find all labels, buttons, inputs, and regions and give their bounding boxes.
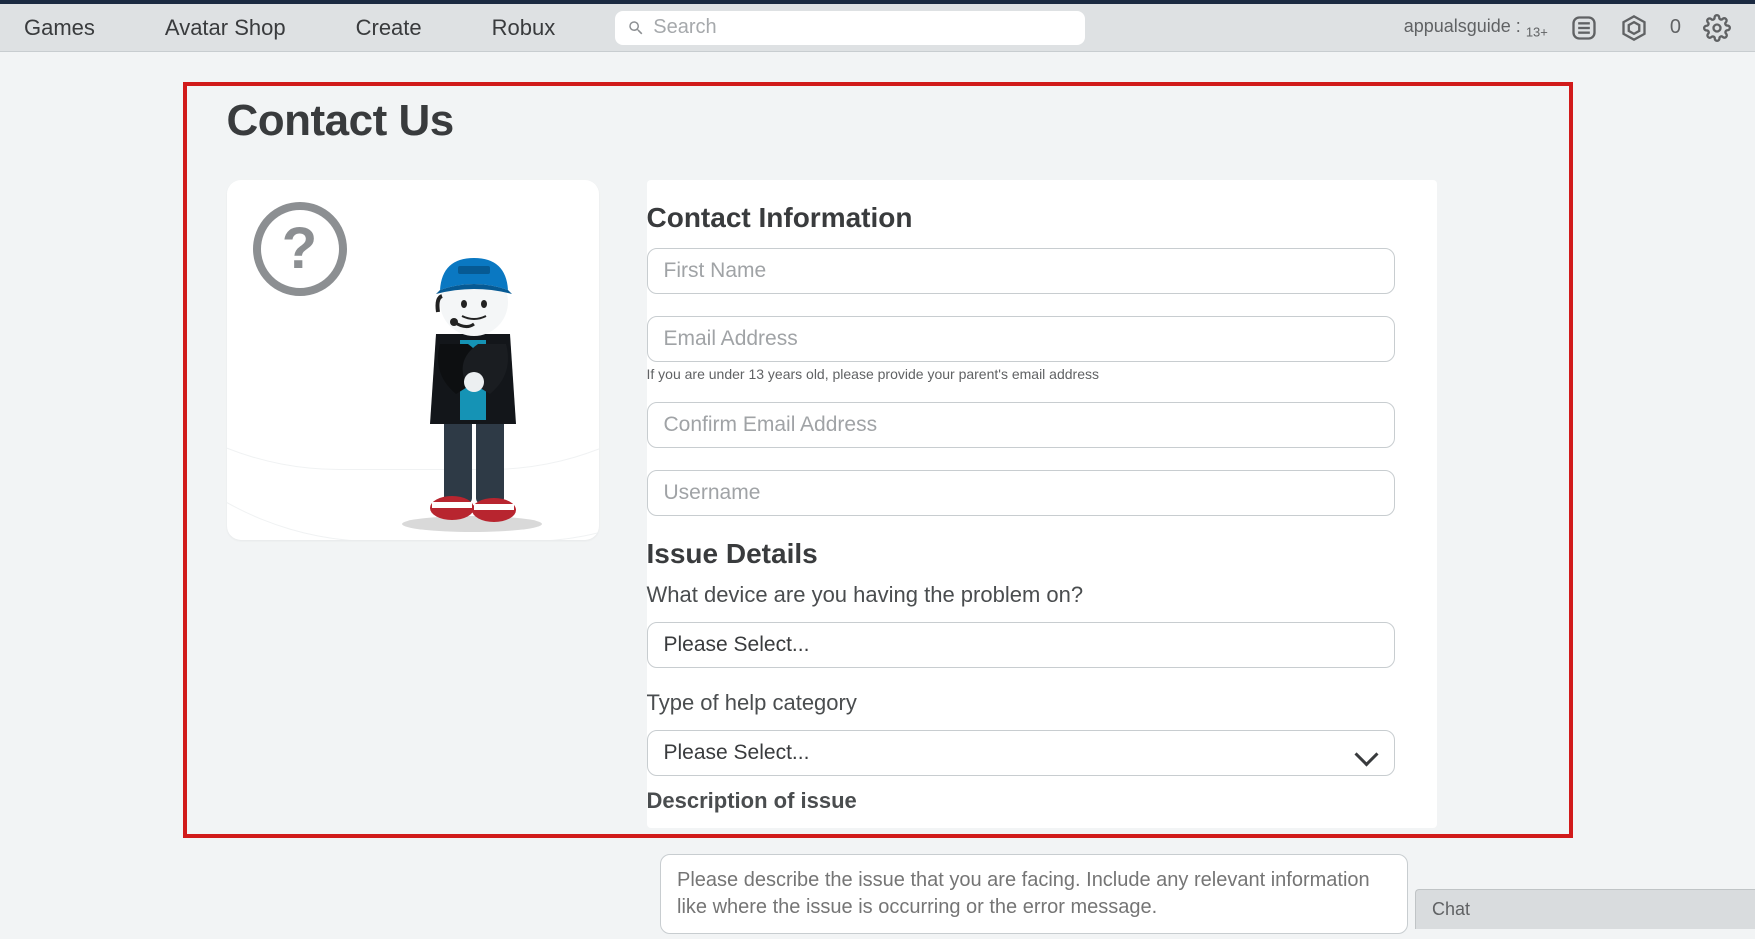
form-panel: Contact Information If you are under 13 … [647, 180, 1437, 828]
contact-info-heading: Contact Information [647, 202, 1437, 248]
page-title: Contact Us [227, 96, 1529, 146]
columns: ? [227, 180, 1529, 828]
question-mark-icon: ? [253, 202, 347, 296]
chat-tab[interactable]: Chat [1415, 889, 1755, 929]
description-textarea[interactable] [660, 854, 1408, 934]
nav-links: Games Avatar Shop Create Robux [24, 15, 555, 41]
age-badge: 13+ [1526, 24, 1548, 39]
nav-avatar-shop[interactable]: Avatar Shop [165, 15, 286, 41]
category-label: Type of help category [647, 690, 1437, 716]
description-area-wrap [660, 854, 1408, 939]
nav-games[interactable]: Games [24, 15, 95, 41]
chat-label: Chat [1432, 899, 1470, 920]
email-helper-text: If you are under 13 years old, please pr… [647, 366, 1437, 382]
username-label[interactable]: appualsguide : 13+ [1404, 16, 1548, 40]
email-field[interactable] [647, 316, 1395, 362]
search-icon [627, 19, 645, 37]
category-select-wrap: Please Select... [647, 730, 1395, 776]
search-box[interactable] [615, 11, 1085, 45]
description-label: Description of issue [647, 788, 1437, 814]
search-input[interactable] [653, 16, 1073, 39]
username-sep: : [1511, 16, 1526, 36]
notifications-icon[interactable] [1570, 14, 1598, 42]
device-select[interactable]: Please Select... [647, 622, 1395, 668]
robux-count: 0 [1670, 16, 1681, 39]
nav-create[interactable]: Create [356, 15, 422, 41]
confirm-email-field[interactable] [647, 402, 1395, 448]
category-select[interactable]: Please Select... [647, 730, 1395, 776]
avatar-image [382, 224, 562, 534]
settings-icon[interactable] [1703, 14, 1731, 42]
page-content: Contact Us ? [0, 52, 1755, 838]
device-select-wrap: Please Select... [647, 622, 1395, 668]
topbar-right: appualsguide : 13+ 0 [1404, 14, 1731, 42]
robux-icon[interactable] [1620, 14, 1648, 42]
username-text: appualsguide [1404, 16, 1511, 36]
issue-details-heading: Issue Details [647, 538, 1437, 570]
nav-robux[interactable]: Robux [492, 15, 556, 41]
topbar: Games Avatar Shop Create Robux appualsgu… [0, 4, 1755, 52]
device-label: What device are you having the problem o… [647, 582, 1437, 608]
username-field[interactable] [647, 470, 1395, 516]
help-avatar-card: ? [227, 180, 599, 540]
first-name-field[interactable] [647, 248, 1395, 294]
highlight-region: Contact Us ? [183, 82, 1573, 838]
